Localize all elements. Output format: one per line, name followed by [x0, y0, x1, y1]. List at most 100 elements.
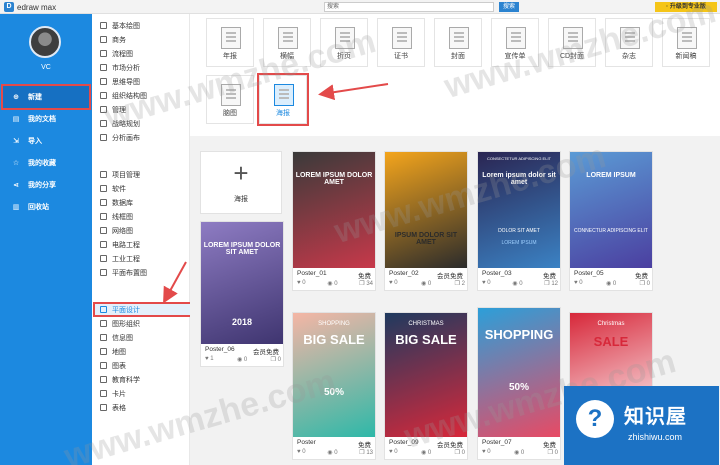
template-type-thumb-icon	[620, 27, 640, 49]
template-type-label: 横幅	[280, 53, 294, 60]
category-item[interactable]: 平面设计	[93, 302, 192, 317]
category-item[interactable]: 网络图	[100, 225, 133, 236]
trash-icon: ▥	[12, 204, 20, 211]
template-type-tile[interactable]: 年报	[206, 18, 254, 67]
stat-copies: ❐ 0	[271, 356, 281, 363]
stat-views: ◉ 0	[327, 280, 337, 287]
template-type-tile[interactable]: 折页	[320, 18, 368, 67]
category-icon	[100, 404, 107, 411]
stat-views: ◉ 0	[512, 280, 522, 287]
category-label: 分析画布	[112, 134, 140, 142]
category-item[interactable]: 软件	[100, 183, 126, 194]
category-item[interactable]: 图形组织	[100, 318, 140, 329]
category-item[interactable]: 思维导图	[100, 76, 140, 87]
template-type-thumb-icon	[449, 27, 469, 49]
category-item[interactable]: 数据库	[100, 197, 133, 208]
category-item[interactable]: 表格	[100, 402, 126, 413]
category-item[interactable]: 项目管理	[100, 169, 140, 180]
template-type-tile[interactable]: CD封面	[548, 18, 596, 67]
category-item[interactable]: 基本绘图	[100, 20, 140, 31]
template-type-thumb-icon	[221, 27, 241, 49]
category-icon	[100, 22, 107, 29]
sidebar-item[interactable]: ▥ 回收站	[0, 196, 92, 218]
category-item[interactable]: 卡片	[100, 388, 126, 399]
category-item[interactable]: 信息图	[100, 332, 133, 343]
category-icon	[100, 185, 107, 192]
template-card[interactable]: SHOPPING 50% Poster_07 免费 ♥ 0 ◉ 0 ❐ 0	[477, 307, 561, 460]
search-input[interactable]: 搜索	[324, 2, 494, 12]
template-price: 会员免费	[437, 442, 463, 449]
stat-value: 0	[302, 280, 306, 286]
question-icon: ?	[576, 400, 614, 438]
template-type-tile[interactable]: 海报	[257, 73, 309, 126]
avatar[interactable]	[29, 26, 61, 58]
new-blank-poster-card[interactable]: + 海报	[200, 151, 282, 214]
sidebar-item[interactable]: ⇲ 导入	[0, 130, 92, 152]
template-meta: Poster 免费 ♥ 0 ◉ 0 ❐ 13	[293, 437, 375, 459]
stat-value: 0	[427, 450, 432, 456]
category-item[interactable]: 电路工程	[100, 239, 140, 250]
category-icon	[100, 213, 107, 220]
template-stats: ♥ 0 ◉ 0 ❐ 0	[482, 449, 558, 456]
category-item[interactable]: 教育科学	[100, 374, 140, 385]
template-type-tile[interactable]: 脑图	[206, 75, 254, 124]
template-card[interactable]: CHRISTMAS BIG SALE Poster_09 会员免费 ♥ 0 ◉ 0 ❐ 0	[384, 312, 468, 460]
template-name: Poster_02	[389, 270, 419, 277]
template-type-tile[interactable]: 杂志	[605, 18, 653, 67]
template-name: Poster_03	[482, 270, 512, 277]
category-item[interactable]: 线框图	[100, 211, 133, 222]
category-icon	[100, 134, 107, 141]
poster-top-text: SHOPPING	[318, 321, 350, 327]
sidebar-item[interactable]: ⋖ 我的分享	[0, 174, 92, 196]
category-item[interactable]: 平面布置图	[100, 267, 147, 278]
poster-title: LOREM IPSUM DOLOR SIT AMET	[203, 242, 281, 257]
template-type-tile[interactable]: 横幅	[263, 18, 311, 67]
stat-views: ◉ 0	[327, 449, 337, 456]
sidebar-item-label: 我的收藏	[28, 160, 56, 167]
category-item[interactable]: 管理	[100, 104, 126, 115]
category-item[interactable]: 图表	[100, 360, 126, 371]
category-item[interactable]: 地图	[100, 346, 126, 357]
stat-copies: ❐ 0	[455, 449, 465, 456]
copy-icon: ❐	[454, 450, 462, 456]
template-name: Poster_07	[482, 439, 512, 446]
category-icon	[100, 120, 107, 127]
template-card[interactable]: LOREM IPSUM DOLOR SIT AMET 2018 Poster_06 会…	[200, 221, 284, 367]
template-card[interactable]: SHOPPING BIG SALE 50% Poster 免费 ♥ 0 ◉ 0 ❐ 13	[292, 312, 376, 460]
category-icon	[100, 92, 107, 99]
category-item[interactable]: 分析画布	[100, 132, 140, 143]
template-price: 免费	[543, 442, 556, 449]
sidebar-item[interactable]: ☆ 我的收藏	[0, 152, 92, 174]
poster-subtitle: CONNECTUR ADIPISCING ELIT	[574, 228, 648, 234]
template-type-thumb-icon	[274, 84, 294, 106]
category-item[interactable]: 市场分析	[100, 62, 140, 73]
stat-likes: ♥ 0	[482, 449, 491, 456]
stat-views: ◉ 0	[237, 356, 247, 363]
category-item[interactable]: 组织结构图	[100, 90, 147, 101]
template-card[interactable]: LOREM IPSUM CONNECTUR ADIPISCING ELIT Post…	[569, 151, 653, 291]
stat-views: ◉ 0	[514, 449, 524, 456]
template-card[interactable]: LOREM IPSUM DOLOR AMET Poster_01 免费 ♥ 0 ◉ 0 ❐…	[292, 151, 376, 291]
category-item[interactable]: 流程图	[100, 48, 133, 59]
upgrade-button[interactable]: · 升级到专业版	[655, 2, 717, 12]
poster-thumbnail: Lorem ipsum dolor sit amet DOLOR SIT AMET…	[478, 152, 560, 268]
sidebar-item[interactable]: ▤ 我的文档	[0, 108, 92, 130]
category-item[interactable]: 战略规划	[100, 118, 140, 129]
search-button[interactable]: 搜索	[499, 2, 519, 12]
category-icon	[100, 269, 107, 276]
template-type-tile[interactable]: 证书	[377, 18, 425, 67]
template-card[interactable]: Lorem ipsum dolor sit amet DOLOR SIT AMET…	[477, 151, 561, 291]
category-item[interactable]: 工业工程	[100, 253, 140, 264]
category-label: 思维导图	[112, 78, 140, 86]
stat-copies: ❐ 12	[544, 280, 558, 287]
category-item[interactable]: 商务	[100, 34, 126, 45]
sidebar-item[interactable]: ⊕ 新建	[1, 84, 91, 110]
template-type-tile[interactable]: 新闻稿	[662, 18, 710, 67]
template-card[interactable]: IPSUM DOLOR SIT AMET Poster_02 会员免费 ♥ 0 ◉ 0 ❐…	[384, 151, 468, 291]
app-logo: D edraw max	[4, 2, 56, 12]
template-type-tile[interactable]: 封面	[434, 18, 482, 67]
template-name: Poster_09	[389, 439, 419, 446]
template-type-thumb-icon	[335, 27, 355, 49]
template-type-tile[interactable]: 宣传单	[491, 18, 539, 67]
template-price: 免费	[543, 273, 556, 280]
